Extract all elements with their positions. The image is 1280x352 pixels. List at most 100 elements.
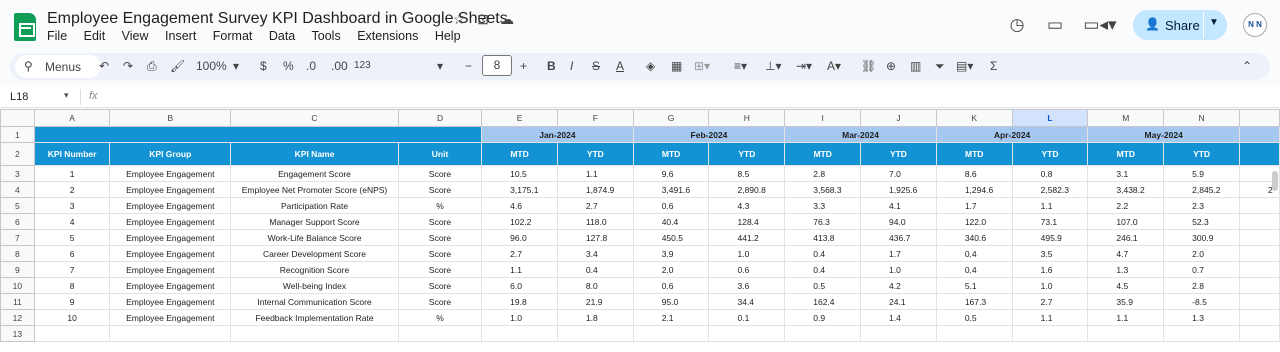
collapse-toolbar-icon[interactable]: ⌃ bbox=[1242, 59, 1252, 73]
cell-value[interactable]: 2.7 bbox=[481, 245, 558, 262]
menu-tools[interactable]: Tools bbox=[312, 29, 341, 43]
cell-value[interactable]: 3.6 bbox=[708, 277, 786, 294]
column-header-k[interactable]: K bbox=[935, 109, 1013, 127]
empty-cell[interactable] bbox=[109, 325, 232, 342]
empty-cell[interactable] bbox=[632, 325, 710, 342]
functions-icon[interactable]: Σ bbox=[990, 59, 997, 73]
number-format-button[interactable]: 123 bbox=[354, 60, 371, 71]
empty-cell[interactable] bbox=[397, 325, 483, 342]
cell-kpi-number[interactable]: 1 bbox=[33, 165, 111, 182]
meet-video-icon[interactable]: ▭◂▾ bbox=[1082, 11, 1118, 39]
cell-value[interactable]: 3.3 bbox=[784, 197, 862, 214]
cell-unit[interactable]: Score bbox=[397, 229, 483, 246]
cell-value[interactable]: 1.1 bbox=[1087, 309, 1165, 326]
cell-overflow[interactable] bbox=[1238, 229, 1280, 246]
header-mtd[interactable]: MTD bbox=[481, 142, 558, 166]
currency-format-button[interactable]: $ bbox=[260, 59, 267, 73]
cell-value[interactable]: 2.8 bbox=[1163, 277, 1240, 294]
cell-value[interactable]: 0.6 bbox=[632, 197, 710, 214]
cell-kpi-name[interactable]: Engagement Score bbox=[230, 165, 399, 182]
menus-search[interactable]: ⚲ Menus bbox=[15, 55, 101, 78]
column-header-i[interactable]: I bbox=[784, 109, 862, 127]
move-folder-icon[interactable]: ⊡ bbox=[471, 11, 495, 28]
cell-value[interactable]: 1.3 bbox=[1087, 261, 1165, 278]
cell-value[interactable]: 10.5 bbox=[481, 165, 558, 182]
cell-value[interactable]: 24.1 bbox=[860, 293, 937, 310]
row-number[interactable]: 2 bbox=[0, 142, 35, 166]
row-number[interactable]: 3 bbox=[0, 165, 35, 182]
cell-kpi-number[interactable]: 3 bbox=[33, 197, 111, 214]
cell-unit[interactable]: Score bbox=[397, 277, 483, 294]
column-header-n[interactable]: N bbox=[1163, 109, 1240, 127]
header-ytd[interactable]: YTD bbox=[708, 142, 786, 166]
column-header-e[interactable]: E bbox=[481, 109, 558, 127]
cell-value[interactable]: 1.1 bbox=[481, 261, 558, 278]
column-header-g[interactable]: G bbox=[632, 109, 710, 127]
cell-kpi-number[interactable]: 5 bbox=[33, 229, 111, 246]
increase-decimal-button[interactable]: .00 bbox=[331, 59, 348, 73]
cell-kpi-group[interactable]: Employee Engagement bbox=[109, 293, 232, 310]
name-box[interactable]: L18 bbox=[10, 91, 28, 103]
row-number[interactable]: 6 bbox=[0, 213, 35, 230]
cell-unit[interactable]: Score bbox=[397, 213, 483, 230]
filter-icon[interactable]: ⏷ bbox=[935, 59, 945, 74]
cell-value[interactable]: 0.4 bbox=[935, 245, 1013, 262]
text-rotation-icon[interactable]: A▾ bbox=[827, 59, 841, 73]
cell-value[interactable]: 118.0 bbox=[556, 213, 634, 230]
cell-value[interactable]: 0.4 bbox=[784, 245, 862, 262]
cell-value[interactable]: 1.3 bbox=[1163, 309, 1240, 326]
menu-help[interactable]: Help bbox=[435, 29, 461, 43]
column-header-c[interactable]: C bbox=[230, 109, 399, 127]
select-all-corner[interactable] bbox=[0, 109, 35, 127]
font-size-input[interactable]: 8 bbox=[482, 55, 512, 76]
vertical-scrollbar[interactable] bbox=[1272, 171, 1278, 191]
cell-value[interactable]: 95.0 bbox=[632, 293, 710, 310]
column-header-m[interactable]: M bbox=[1087, 109, 1165, 127]
menu-data[interactable]: Data bbox=[269, 29, 295, 43]
header-mtd[interactable]: MTD bbox=[784, 142, 862, 166]
cell-value[interactable]: 1,874.9 bbox=[556, 181, 634, 198]
column-header-j[interactable]: J bbox=[860, 109, 937, 127]
cell-value[interactable]: 76.3 bbox=[784, 213, 862, 230]
menu-extensions[interactable]: Extensions bbox=[357, 29, 418, 43]
month-header[interactable]: May-2024 bbox=[1087, 126, 1240, 143]
cell-kpi-group[interactable]: Employee Engagement bbox=[109, 165, 232, 182]
cell-value[interactable]: 2,582.3 bbox=[1011, 181, 1089, 198]
document-title[interactable]: Employee Engagement Survey KPI Dashboard… bbox=[47, 10, 508, 28]
cell-value[interactable]: 0.4 bbox=[784, 261, 862, 278]
row-number[interactable]: 8 bbox=[0, 245, 35, 262]
cell-value[interactable]: 4.1 bbox=[860, 197, 937, 214]
cell-value[interactable]: 4.3 bbox=[708, 197, 786, 214]
cell-value[interactable]: 3,568.3 bbox=[784, 181, 862, 198]
cell-value[interactable]: 3.5 bbox=[1011, 245, 1089, 262]
italic-icon[interactable]: I bbox=[570, 59, 573, 73]
cell-kpi-group[interactable]: Employee Engagement bbox=[109, 213, 232, 230]
cell-value[interactable]: 2.0 bbox=[632, 261, 710, 278]
text-wrap-icon[interactable]: ⇥▾ bbox=[796, 59, 812, 73]
cell-overflow[interactable] bbox=[1238, 245, 1280, 262]
text-color-icon[interactable]: A bbox=[616, 59, 624, 73]
cell-value[interactable]: 73.1 bbox=[1011, 213, 1089, 230]
cell-value[interactable]: 1.0 bbox=[481, 309, 558, 326]
cell-value[interactable]: 8.0 bbox=[556, 277, 634, 294]
print-icon[interactable]: ⎙ bbox=[147, 59, 157, 74]
column-header-d[interactable]: D bbox=[397, 109, 483, 127]
insert-comment-icon[interactable]: ⊕ bbox=[886, 59, 896, 73]
cell-value[interactable]: 0.5 bbox=[935, 309, 1013, 326]
cell-value[interactable]: 1.0 bbox=[860, 261, 937, 278]
cell-value[interactable]: 1.7 bbox=[860, 245, 937, 262]
cell-value[interactable]: 2.2 bbox=[1087, 197, 1165, 214]
header-ytd[interactable]: YTD bbox=[556, 142, 634, 166]
menu-edit[interactable]: Edit bbox=[84, 29, 106, 43]
cell-value[interactable]: 122.0 bbox=[935, 213, 1013, 230]
cell-kpi-name[interactable]: Manager Support Score bbox=[230, 213, 399, 230]
cell-value[interactable]: 1.1 bbox=[1011, 309, 1089, 326]
cell-kpi-group[interactable]: Employee Engagement bbox=[109, 245, 232, 262]
empty-cell[interactable] bbox=[556, 325, 634, 342]
decrease-decimal-button[interactable]: .0 bbox=[306, 59, 316, 73]
zoom-chevron-down-icon[interactable]: ▾ bbox=[233, 59, 239, 73]
row-number[interactable]: 4 bbox=[0, 181, 35, 198]
cell-kpi-number[interactable]: 4 bbox=[33, 213, 111, 230]
cell-value[interactable]: 2.7 bbox=[556, 197, 634, 214]
month-header[interactable]: Jan-2024 bbox=[481, 126, 634, 143]
